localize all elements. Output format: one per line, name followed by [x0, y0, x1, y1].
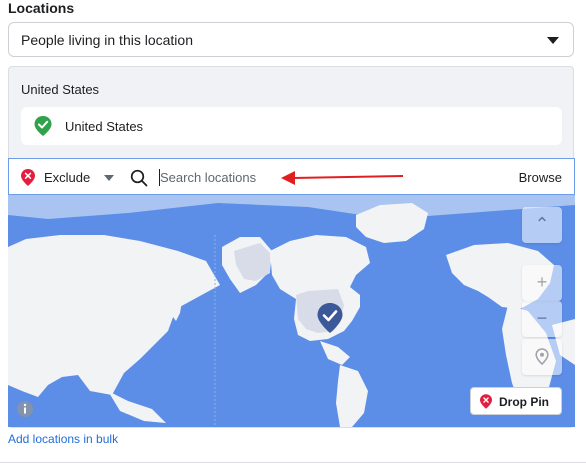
section-title: Locations [8, 0, 75, 16]
red-arrow [281, 171, 404, 185]
drop-pin-label: Drop Pin [499, 395, 549, 409]
exclude-pin-icon [480, 394, 492, 409]
included-location-chip[interactable]: United States [21, 107, 562, 145]
add-locations-in-bulk-link[interactable]: Add locations in bulk [8, 432, 118, 446]
plus-icon: + [536, 272, 548, 292]
info-icon[interactable] [16, 400, 34, 418]
zoom-in-button[interactable]: + [522, 265, 562, 301]
caret-down-icon[interactable] [104, 175, 114, 181]
selected-pin-icon [317, 303, 343, 333]
browse-button[interactable]: Browse [519, 170, 562, 185]
locate-button[interactable] [522, 339, 562, 375]
search-icon [130, 169, 148, 187]
included-group-title: United States [21, 82, 100, 97]
drop-pin-button[interactable]: Drop Pin [470, 387, 562, 415]
location-icon [535, 348, 549, 366]
location-type-select[interactable]: People living in this location [8, 22, 574, 57]
included-location-label: United States [65, 119, 144, 134]
chevron-up-icon: ⌃ [534, 214, 550, 234]
include-exclude-dropdown[interactable]: Exclude [44, 170, 90, 185]
map-scroll-up-button[interactable]: ⌃ [522, 207, 562, 243]
minus-icon: − [536, 308, 548, 328]
zoom-out-button[interactable]: − [522, 301, 562, 337]
include-pin-icon [34, 116, 52, 136]
location-map[interactable]: ⌃ + − Drop Pin [8, 195, 575, 427]
exclude-pin-icon [21, 169, 35, 186]
location-type-value: People living in this location [21, 32, 193, 48]
chevron-down-icon [547, 37, 559, 44]
divider [0, 462, 586, 463]
